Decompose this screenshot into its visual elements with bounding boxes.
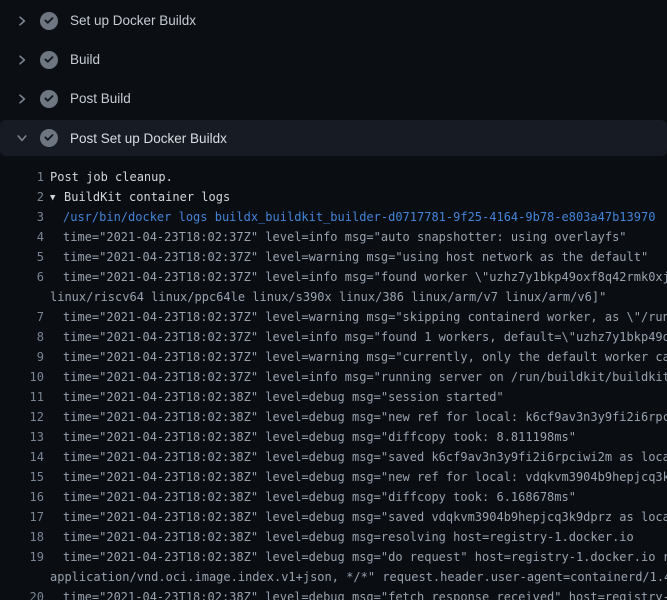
log-line-number[interactable]: 3 (0, 207, 44, 227)
step-label: Post Set up Docker Buildx (70, 131, 227, 146)
check-circle-icon (40, 129, 58, 147)
log-line-number[interactable]: 1 (0, 167, 44, 187)
log-line: 7 time="2021-04-23T18:02:37Z" level=warn… (0, 307, 667, 327)
log-line-number[interactable]: 8 (0, 327, 44, 347)
log-line-number[interactable]: 13 (0, 427, 44, 447)
log-line: 1 Post job cleanup. (0, 167, 667, 187)
log-line-number[interactable]: 15 (0, 467, 44, 487)
log-line-text: time="2021-04-23T18:02:37Z" level=warnin… (50, 347, 667, 367)
log-line-number[interactable]: 19 (0, 547, 44, 567)
check-circle-icon (40, 90, 58, 108)
log-line-text: Post job cleanup. (50, 167, 173, 187)
step-label: Post Build (70, 91, 131, 106)
log-line-text: /usr/bin/docker logs buildx_buildkit_bui… (50, 207, 655, 227)
log-line-number[interactable]: 10 (0, 367, 44, 387)
log-line-number[interactable] (0, 567, 44, 587)
log-line-text: time="2021-04-23T18:02:37Z" level=warnin… (50, 307, 667, 327)
log-line: 14 time="2021-04-23T18:02:38Z" level=deb… (0, 447, 667, 467)
log-line: 12 time="2021-04-23T18:02:38Z" level=deb… (0, 407, 667, 427)
log-line: linux/riscv64 linux/ppc64le linux/s390x … (0, 287, 667, 307)
step-row-post-set-up-docker-buildx[interactable]: Post Set up Docker Buildx (0, 120, 667, 156)
log-line-number[interactable]: 4 (0, 227, 44, 247)
log-line-text: application/vnd.oci.image.index.v1+json,… (50, 567, 667, 587)
log-line-text: time="2021-04-23T18:02:37Z" level=info m… (50, 267, 667, 287)
log-line-number[interactable]: 2 (0, 187, 44, 207)
log-line: 8 time="2021-04-23T18:02:37Z" level=info… (0, 327, 667, 347)
log-line-number[interactable]: 6 (0, 267, 44, 287)
step-row-build[interactable]: Build (0, 40, 667, 79)
log-line: 9 time="2021-04-23T18:02:37Z" level=warn… (0, 347, 667, 367)
log-line-text: time="2021-04-23T18:02:38Z" level=debug … (50, 547, 667, 567)
log-line: 16 time="2021-04-23T18:02:38Z" level=deb… (0, 487, 667, 507)
log-area: 1 Post job cleanup. 2 ▼BuildKit containe… (0, 156, 667, 600)
workflow-log-viewer: Set up Docker Buildx Build Post Build (0, 0, 667, 600)
log-line: 4 time="2021-04-23T18:02:37Z" level=info… (0, 227, 667, 247)
log-line-number[interactable]: 5 (0, 247, 44, 267)
log-line-text: time="2021-04-23T18:02:38Z" level=debug … (50, 587, 667, 600)
log-line-text: linux/riscv64 linux/ppc64le linux/s390x … (50, 287, 606, 307)
log-line-text: time="2021-04-23T18:02:38Z" level=debug … (50, 407, 667, 427)
log-line-number[interactable]: 7 (0, 307, 44, 327)
log-line-text: time="2021-04-23T18:02:37Z" level=info m… (50, 227, 627, 247)
chevron-right-icon[interactable] (14, 13, 30, 29)
log-line-number[interactable]: 12 (0, 407, 44, 427)
log-line-text: time="2021-04-23T18:02:38Z" level=debug … (50, 527, 634, 547)
step-label: Set up Docker Buildx (70, 13, 196, 28)
log-line-number[interactable]: 14 (0, 447, 44, 467)
log-line-number[interactable]: 20 (0, 587, 44, 600)
chevron-right-icon[interactable] (14, 52, 30, 68)
log-line-text: time="2021-04-23T18:02:38Z" level=debug … (50, 447, 667, 467)
log-line-number[interactable]: 16 (0, 487, 44, 507)
log-line-text: time="2021-04-23T18:02:38Z" level=debug … (50, 467, 667, 487)
log-line-text: time="2021-04-23T18:02:38Z" level=debug … (50, 487, 576, 507)
log-line: application/vnd.oci.image.index.v1+json,… (0, 567, 667, 587)
chevron-right-icon[interactable] (14, 91, 30, 107)
log-line-text: time="2021-04-23T18:02:38Z" level=debug … (50, 507, 667, 527)
log-line: 20 time="2021-04-23T18:02:38Z" level=deb… (0, 587, 667, 600)
collapse-triangle-icon[interactable]: ▼ (50, 188, 64, 207)
log-line: 15 time="2021-04-23T18:02:38Z" level=deb… (0, 467, 667, 487)
log-line-number[interactable]: 11 (0, 387, 44, 407)
log-line-number[interactable]: 18 (0, 527, 44, 547)
log-line-number[interactable] (0, 287, 44, 307)
log-line: 3 /usr/bin/docker logs buildx_buildkit_b… (0, 207, 667, 227)
check-circle-icon (40, 51, 58, 69)
log-line-text: ▼BuildKit container logs (50, 187, 230, 207)
log-line: 6 time="2021-04-23T18:02:37Z" level=info… (0, 267, 667, 287)
step-row-set-up-docker-buildx[interactable]: Set up Docker Buildx (0, 1, 667, 40)
log-line-text: time="2021-04-23T18:02:38Z" level=debug … (50, 427, 576, 447)
step-row-post-build[interactable]: Post Build (0, 79, 667, 118)
log-line: 11 time="2021-04-23T18:02:38Z" level=deb… (0, 387, 667, 407)
log-line: 5 time="2021-04-23T18:02:37Z" level=warn… (0, 247, 667, 267)
log-line: 19 time="2021-04-23T18:02:38Z" level=deb… (0, 547, 667, 567)
step-label: Build (70, 52, 100, 67)
log-line-number[interactable]: 9 (0, 347, 44, 367)
log-line-text: time="2021-04-23T18:02:37Z" level=info m… (50, 367, 667, 387)
log-line: 18 time="2021-04-23T18:02:38Z" level=deb… (0, 527, 667, 547)
log-line-text: time="2021-04-23T18:02:38Z" level=debug … (50, 387, 504, 407)
steps-list: Set up Docker Buildx Build Post Build (0, 0, 667, 156)
log-line-text: time="2021-04-23T18:02:37Z" level=info m… (50, 327, 667, 347)
log-line: 10 time="2021-04-23T18:02:37Z" level=inf… (0, 367, 667, 387)
log-line-text: time="2021-04-23T18:02:37Z" level=warnin… (50, 247, 648, 267)
log-line: 2 ▼BuildKit container logs (0, 187, 667, 207)
check-circle-icon (40, 12, 58, 30)
log-line-number[interactable]: 17 (0, 507, 44, 527)
chevron-down-icon[interactable] (14, 130, 30, 146)
log-line: 13 time="2021-04-23T18:02:38Z" level=deb… (0, 427, 667, 447)
log-line: 17 time="2021-04-23T18:02:38Z" level=deb… (0, 507, 667, 527)
